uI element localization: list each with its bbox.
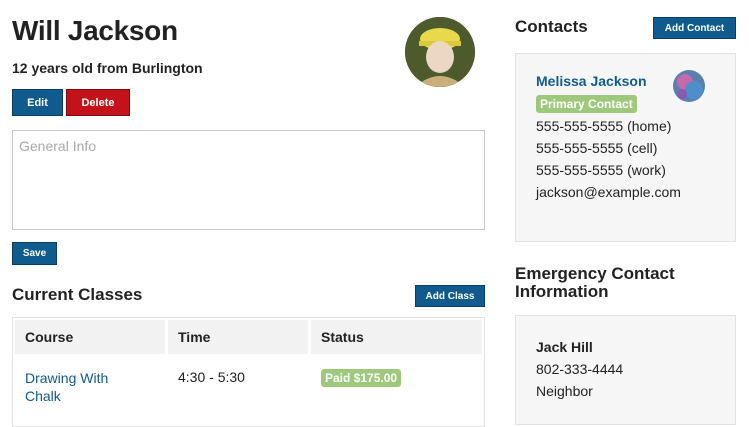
delete-button[interactable]: Delete bbox=[66, 89, 130, 116]
child-photo-icon bbox=[405, 17, 475, 87]
save-button[interactable]: Save bbox=[12, 242, 57, 265]
emergency-name: Jack Hill bbox=[536, 339, 593, 355]
emergency-relation: Neighbor bbox=[536, 383, 593, 399]
student-subtitle: 12 years old from Burlington bbox=[12, 60, 203, 76]
emergency-heading-line1: Emergency Contact bbox=[515, 264, 675, 283]
student-avatar bbox=[405, 17, 475, 87]
emergency-phone: 802-333-4444 bbox=[536, 361, 624, 377]
classes-table: Course Time Status Drawing With Chalk 4:… bbox=[12, 317, 485, 412]
add-class-button[interactable]: Add Class bbox=[415, 285, 485, 307]
contacts-heading: Contacts bbox=[515, 17, 588, 36]
contact-name-link[interactable]: Melissa Jackson bbox=[536, 73, 647, 89]
course-link[interactable]: Drawing With Chalk bbox=[25, 369, 135, 405]
current-classes-heading: Current Classes bbox=[12, 285, 143, 304]
column-header-time: Time bbox=[168, 320, 308, 354]
contact-avatar bbox=[673, 70, 705, 102]
edit-button[interactable]: Edit bbox=[12, 89, 63, 116]
general-info-field[interactable] bbox=[12, 130, 485, 230]
column-header-course: Course bbox=[15, 320, 165, 354]
table-row: Drawing With Chalk 4:30 - 5:30 Paid $175… bbox=[15, 357, 482, 409]
primary-contact-badge: Primary Contact bbox=[536, 95, 637, 113]
emergency-heading-line2: Information bbox=[515, 282, 609, 301]
contact-phone-home: 555-555-5555 (home) bbox=[536, 118, 672, 134]
class-time: 4:30 - 5:30 bbox=[178, 369, 245, 385]
column-header-status: Status bbox=[311, 320, 482, 354]
status-badge: Paid $175.00 bbox=[321, 369, 402, 387]
contact-phone-cell: 555-555-5555 (cell) bbox=[536, 140, 658, 156]
contact-email: jackson@example.com bbox=[536, 184, 681, 200]
contact-phone-work: 555-555-5555 (work) bbox=[536, 162, 666, 178]
emergency-heading: Emergency Contact Information bbox=[515, 265, 675, 301]
contact-photo-icon bbox=[673, 70, 705, 102]
student-name: Will Jackson bbox=[12, 15, 178, 46]
add-contact-button[interactable]: Add Contact bbox=[653, 17, 736, 39]
